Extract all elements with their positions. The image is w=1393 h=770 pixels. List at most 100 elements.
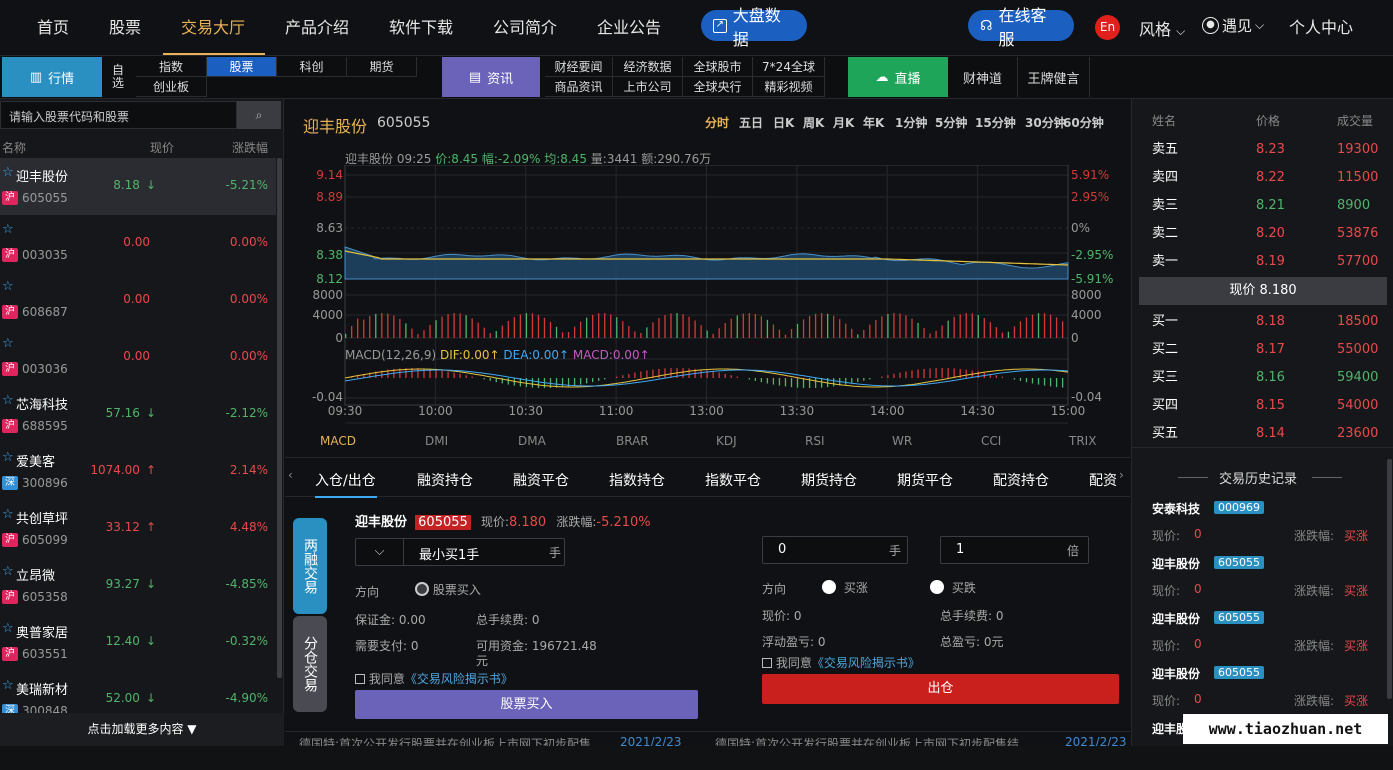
- period-tab[interactable]: 15分钟: [975, 114, 1016, 131]
- indicator-tab[interactable]: BRAR: [616, 434, 649, 448]
- star-icon[interactable]: ☆: [2, 564, 14, 579]
- period-tab[interactable]: 周K: [803, 114, 824, 131]
- grid-kechuang[interactable]: 科创: [277, 57, 347, 77]
- star-icon[interactable]: ☆: [2, 450, 14, 465]
- market-tab[interactable]: ▥行情: [2, 57, 102, 97]
- risk-disclosure-link[interactable]: 《交易风险揭示书》: [812, 656, 920, 670]
- history-item[interactable]: 迎丰股份605055现价:0涨跌幅:买涨: [1152, 610, 1382, 660]
- news-7x24[interactable]: 7*24全球: [753, 57, 825, 77]
- period-tab[interactable]: 5分钟: [935, 114, 967, 131]
- self-select-tab[interactable]: 自选: [112, 64, 132, 90]
- chevron-down-icon[interactable]: ⌵: [356, 539, 404, 565]
- stock-row[interactable]: ☆奥普家居沪60355112.40↓-0.32%: [0, 614, 276, 671]
- period-tab[interactable]: 30分钟: [1025, 114, 1066, 131]
- trade-tab[interactable]: 期货平仓: [897, 470, 953, 490]
- orderbook-row[interactable]: 卖二8.2053876: [1132, 220, 1393, 248]
- orderbook-row[interactable]: 买三8.1659400: [1132, 364, 1393, 392]
- market-data-button[interactable]: ↗ 大盘数据: [701, 10, 807, 41]
- history-item[interactable]: 安泰科技000969现价:0涨跌幅:买涨: [1152, 500, 1382, 550]
- indicator-tab[interactable]: CCI: [981, 434, 1001, 448]
- indicator-tab[interactable]: DMA: [518, 434, 546, 448]
- history-item[interactable]: 迎丰股份605055现价:0涨跌幅:买涨: [1152, 555, 1382, 605]
- indicator-tab[interactable]: DMI: [425, 434, 448, 448]
- trade-tab[interactable]: 融资平仓: [513, 470, 569, 490]
- trade-tab[interactable]: 指数平仓: [705, 470, 761, 490]
- period-tab[interactable]: 五日: [739, 114, 763, 131]
- quantity-input[interactable]: 0 手: [762, 536, 908, 564]
- star-icon[interactable]: ☆: [2, 165, 14, 180]
- stock-row[interactable]: ☆沪0030350.000.00%: [0, 215, 276, 272]
- load-more-button[interactable]: 点击加载更多内容 ▼: [0, 713, 284, 746]
- orderbook-row[interactable]: 卖四8.2211500: [1132, 164, 1393, 192]
- period-tab[interactable]: 1分钟: [895, 114, 927, 131]
- risk-disclosure-link[interactable]: 《交易风险揭示书》: [405, 672, 513, 686]
- search-icon[interactable]: ⌕: [237, 101, 281, 129]
- stock-row[interactable]: ☆沪6086870.000.00%: [0, 272, 276, 329]
- stock-row[interactable]: ☆芯海科技沪68859557.16↓-2.12%: [0, 386, 276, 443]
- stock-row[interactable]: ☆共创草坪沪60509933.12↑4.48%: [0, 500, 276, 557]
- star-icon[interactable]: ☆: [2, 222, 14, 237]
- history-item[interactable]: 迎丰股份605055现价:0涨跌幅:买涨: [1152, 665, 1382, 715]
- news-central-banks[interactable]: 全球央行: [683, 77, 753, 97]
- nav-company[interactable]: 公司简介: [493, 14, 557, 38]
- nav-announcement[interactable]: 企业公告: [597, 14, 661, 38]
- stock-row[interactable]: ☆爱美客深3008961074.00↑2.14%: [0, 443, 276, 500]
- indicator-tab[interactable]: TRIX: [1069, 434, 1096, 448]
- trade-tab[interactable]: 期货持仓: [801, 470, 857, 490]
- period-tab[interactable]: 月K: [833, 114, 854, 131]
- period-tab[interactable]: 日K: [773, 114, 794, 131]
- grid-index[interactable]: 指数: [136, 57, 207, 77]
- user-dropdown[interactable]: ● 遇见⌵: [1202, 15, 1264, 36]
- period-tab[interactable]: 60分钟: [1063, 114, 1104, 131]
- tabs-left-arrow[interactable]: ‹: [288, 468, 293, 482]
- nav-home[interactable]: 首页: [37, 14, 69, 38]
- orderbook-row[interactable]: 卖一8.1957700: [1132, 248, 1393, 276]
- star-icon[interactable]: ☆: [2, 336, 14, 351]
- grid-futures[interactable]: 期货: [347, 57, 417, 77]
- online-service-button[interactable]: ☊ 在线客服: [968, 10, 1074, 41]
- rise-radio[interactable]: 买涨: [822, 579, 868, 596]
- personal-center-link[interactable]: 个人中心: [1289, 14, 1353, 38]
- scrollbar[interactable]: [277, 158, 282, 678]
- lot-select[interactable]: ⌵ 最小买1手 手: [355, 538, 565, 566]
- ticker-text-1[interactable]: 德国特:首次公开发行股票并在创业板上市网下初步配售: [299, 735, 591, 746]
- nav-stocks[interactable]: 股票: [109, 14, 141, 38]
- news-listed[interactable]: 上市公司: [613, 77, 683, 97]
- grid-gem[interactable]: 创业板: [136, 77, 207, 97]
- star-icon[interactable]: ☆: [2, 507, 14, 522]
- trade-tab[interactable]: 配资: [1089, 470, 1117, 490]
- star-icon[interactable]: ☆: [2, 621, 14, 636]
- agree-checkbox-left[interactable]: 我同意《交易风险揭示书》: [355, 670, 513, 687]
- grid-stock[interactable]: 股票: [207, 57, 277, 77]
- buy-radio[interactable]: 股票买入: [415, 581, 481, 598]
- margin-trade-tab[interactable]: 两融交易: [293, 518, 327, 614]
- news-commodity[interactable]: 商品资讯: [545, 77, 613, 97]
- nav-download[interactable]: 软件下载: [389, 14, 453, 38]
- news-tab[interactable]: ▤资讯: [442, 57, 540, 97]
- trade-tab[interactable]: 指数持仓: [609, 470, 665, 490]
- tabs-right-arrow[interactable]: ›: [1119, 468, 1124, 482]
- star-icon[interactable]: ☆: [2, 678, 14, 693]
- period-tab[interactable]: 分时: [705, 114, 729, 131]
- orderbook-row[interactable]: 卖五8.2319300: [1132, 136, 1393, 164]
- stock-row[interactable]: ☆迎丰股份沪6050558.18↓-5.21%: [0, 158, 276, 215]
- indicator-tab[interactable]: WR: [892, 434, 912, 448]
- trade-tab[interactable]: 融资持仓: [417, 470, 473, 490]
- orderbook-row[interactable]: 买五8.1423600: [1132, 420, 1393, 448]
- news-videos[interactable]: 精彩视频: [753, 77, 825, 97]
- orderbook-row[interactable]: 卖三8.218900: [1132, 192, 1393, 220]
- news-finance[interactable]: 财经要闻: [545, 57, 613, 77]
- orderbook-row[interactable]: 买四8.1554000: [1132, 392, 1393, 420]
- trade-tab[interactable]: 入仓/出仓: [315, 470, 376, 490]
- multiplier-input[interactable]: 1 倍: [940, 536, 1089, 564]
- indicator-tab[interactable]: RSI: [805, 434, 825, 448]
- nav-products[interactable]: 产品介绍: [285, 14, 349, 38]
- agree-checkbox-right[interactable]: 我同意《交易风险揭示书》: [762, 654, 920, 671]
- fall-radio[interactable]: 买跌: [930, 579, 976, 596]
- orderbook-row[interactable]: 买二8.1755000: [1132, 336, 1393, 364]
- live-link-2[interactable]: 王牌健言: [1018, 57, 1090, 97]
- star-icon[interactable]: ☆: [2, 393, 14, 408]
- live-link-1[interactable]: 财神道: [948, 57, 1018, 97]
- split-trade-tab[interactable]: 分仓交易: [293, 616, 327, 712]
- indicator-tab[interactable]: MACD: [320, 434, 356, 448]
